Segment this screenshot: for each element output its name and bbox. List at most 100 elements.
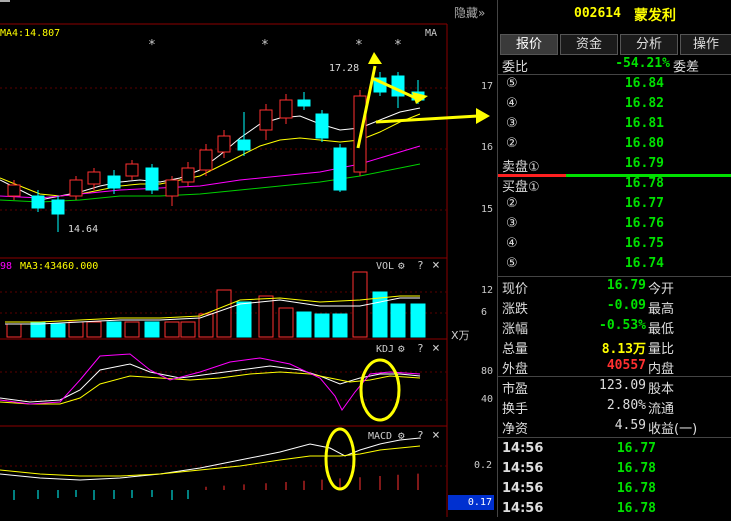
volume-bar bbox=[50, 323, 66, 338]
candle-body bbox=[279, 99, 293, 119]
vol-close-icon[interactable]: × bbox=[432, 258, 440, 273]
ratio-row: 委比 -54.21% 委差 bbox=[498, 56, 731, 76]
macd-help-icon[interactable]: ? bbox=[417, 429, 424, 442]
buy-order-row: ③ 16.76 bbox=[498, 216, 731, 236]
macd-tick: 0.2 bbox=[474, 460, 493, 471]
macd-dea-line bbox=[0, 445, 421, 477]
marker-star: * bbox=[355, 38, 363, 53]
volume-bar bbox=[164, 321, 180, 338]
stat-label-2: 最高 bbox=[648, 302, 675, 317]
divider bbox=[498, 376, 731, 377]
macd-close-icon[interactable]: × bbox=[432, 428, 440, 443]
volume-bar bbox=[86, 321, 102, 338]
sell-price: 16.84 bbox=[624, 76, 664, 91]
kdj-gear-icon[interactable]: ⚙ bbox=[398, 342, 405, 355]
tick-time: 14:56 bbox=[502, 481, 544, 496]
vol-help-icon[interactable]: ? bbox=[417, 259, 424, 272]
vol-ma3-label: MA3:43460.000 bbox=[20, 261, 99, 272]
vol-unit: X万 bbox=[451, 329, 470, 342]
candle-body bbox=[31, 195, 45, 209]
stat-label-2: 今开 bbox=[648, 282, 675, 297]
tick-time: 14:56 bbox=[502, 501, 544, 516]
volume-bar bbox=[296, 311, 312, 338]
volume-bar bbox=[124, 321, 140, 338]
candlesticks bbox=[7, 72, 425, 232]
stat-row: 外盘 40557 内盘 bbox=[498, 358, 731, 378]
sell-price: 16.80 bbox=[624, 136, 664, 151]
buy-order-row: ② 16.77 bbox=[498, 196, 731, 216]
tick-price: 16.78 bbox=[616, 481, 656, 496]
buy-price: 16.74 bbox=[624, 256, 664, 271]
tick-time: 14:56 bbox=[502, 461, 544, 476]
candle-body bbox=[125, 163, 139, 177]
candle-body bbox=[165, 179, 179, 197]
tab-quote[interactable]: 报价 bbox=[500, 34, 558, 55]
kline-chart-area[interactable]: MA4:14.807 MA 17.28 14.64 * * * * 17 16 … bbox=[0, 0, 497, 517]
macd-value-box: 0.17 bbox=[448, 495, 494, 510]
sell-level-label: 卖盘① bbox=[502, 160, 540, 175]
buy-price: 16.77 bbox=[624, 196, 664, 211]
tick-price: 16.77 bbox=[616, 441, 656, 456]
buy-price: 16.76 bbox=[624, 216, 664, 231]
hide-button[interactable]: 隐藏» bbox=[454, 4, 485, 21]
divider bbox=[498, 437, 731, 438]
stat-value: -0.53% bbox=[599, 318, 646, 333]
kdj-tick: 40 bbox=[481, 394, 494, 405]
stat2-label: 市盈 bbox=[502, 382, 529, 397]
stat2-label: 净资 bbox=[502, 422, 529, 437]
stat-label-2: 最低 bbox=[648, 322, 675, 337]
sell-price: 16.79 bbox=[624, 156, 664, 171]
tab-funds[interactable]: 资金 bbox=[560, 34, 618, 55]
tick-row: 14:56 16.78 bbox=[498, 501, 731, 521]
stat2-label-2: 收益(一) bbox=[648, 422, 698, 437]
candle-body bbox=[315, 113, 329, 139]
vol-gear-icon[interactable]: ⚙ bbox=[398, 259, 405, 272]
stat2-row: 市盈 123.09 股本 bbox=[498, 378, 731, 398]
ma4-label: MA4:14.807 bbox=[0, 28, 61, 39]
stat-label: 涨跌 bbox=[502, 302, 529, 317]
stat-label: 外盘 bbox=[502, 362, 529, 377]
tab-analysis[interactable]: 分析 bbox=[620, 34, 678, 55]
stat-value: -0.09 bbox=[606, 298, 646, 313]
tick-row: 14:56 16.78 bbox=[498, 461, 731, 481]
vol-tick: 6 bbox=[481, 307, 488, 318]
volume-bar bbox=[106, 321, 122, 338]
kdj-title: KDJ bbox=[376, 344, 395, 355]
tick-price: 16.78 bbox=[616, 501, 656, 516]
volume-bar bbox=[314, 313, 330, 338]
tick-row: 14:56 16.78 bbox=[498, 481, 731, 501]
volume-bars bbox=[6, 271, 426, 338]
vol-prefix-label: 98 bbox=[0, 261, 13, 272]
vol-tick: 12 bbox=[481, 285, 494, 296]
buy-level-label: ⑤ bbox=[506, 256, 518, 271]
volume-bar bbox=[236, 301, 252, 338]
sell-level-label: ③ bbox=[506, 116, 518, 131]
candle-body bbox=[297, 99, 311, 107]
buy-order-row: ④ 16.75 bbox=[498, 236, 731, 256]
stat-label: 现价 bbox=[502, 282, 529, 297]
low-price-label: 14.64 bbox=[68, 224, 99, 235]
kdj-close-icon[interactable]: × bbox=[432, 341, 440, 356]
sell-price: 16.82 bbox=[624, 96, 664, 111]
kdj-help-icon[interactable]: ? bbox=[417, 342, 424, 355]
price-tick: 17 bbox=[481, 81, 494, 92]
ratio-value: -54.21% bbox=[615, 56, 670, 71]
sell-level-label: ⑤ bbox=[506, 76, 518, 91]
double-chevron-right-icon: » bbox=[478, 6, 486, 20]
volume-bar bbox=[144, 321, 160, 338]
sell-price: 16.81 bbox=[624, 116, 664, 131]
ma-button[interactable]: MA bbox=[425, 28, 437, 39]
stat2-label: 换手 bbox=[502, 402, 529, 417]
candle-body bbox=[259, 109, 273, 131]
tab-operation[interactable]: 操作 bbox=[680, 34, 731, 55]
buy-level-label: ④ bbox=[506, 236, 518, 251]
stat2-row: 换手 2.80% 流通 bbox=[498, 398, 731, 418]
volume-bar bbox=[332, 313, 348, 338]
macd-gear-icon[interactable]: ⚙ bbox=[398, 429, 405, 442]
stat-value: 16.79 bbox=[606, 278, 646, 293]
high-price-label: 17.28 bbox=[329, 63, 360, 74]
stat-label: 涨幅 bbox=[502, 322, 529, 337]
buy-price: 16.78 bbox=[624, 176, 664, 191]
volume-bar bbox=[410, 303, 426, 338]
candle-body bbox=[145, 167, 159, 191]
